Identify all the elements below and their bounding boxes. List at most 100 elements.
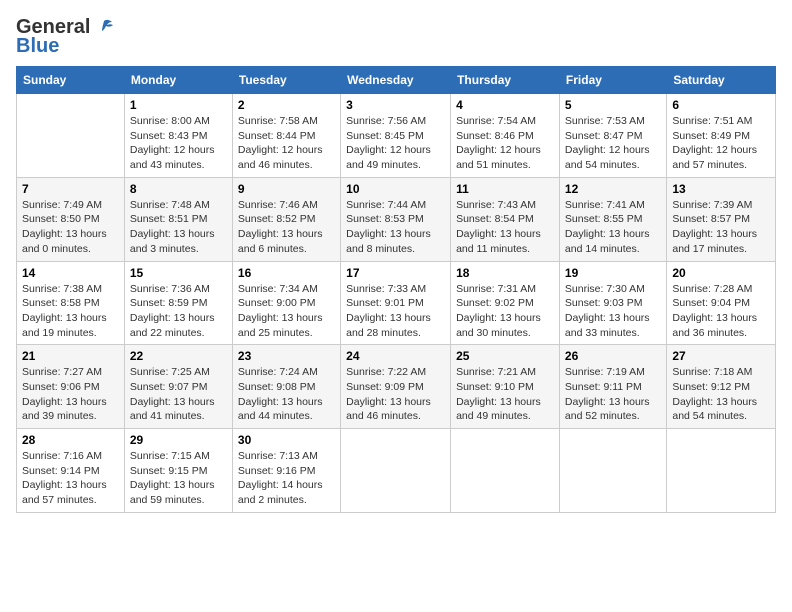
calendar-cell: 13 Sunrise: 7:39 AM Sunset: 8:57 PM Dayl… — [667, 177, 776, 261]
day-info: Sunrise: 7:56 AM Sunset: 8:45 PM Dayligh… — [346, 114, 445, 173]
calendar-cell: 14 Sunrise: 7:38 AM Sunset: 8:58 PM Dayl… — [17, 261, 125, 345]
daylight: Daylight: 13 hours and 8 minutes. — [346, 228, 431, 255]
calendar-cell: 1 Sunrise: 8:00 AM Sunset: 8:43 PM Dayli… — [124, 94, 232, 178]
sunset: Sunset: 8:55 PM — [565, 213, 643, 225]
column-header-monday: Monday — [124, 67, 232, 94]
calendar-cell: 2 Sunrise: 7:58 AM Sunset: 8:44 PM Dayli… — [232, 94, 340, 178]
column-header-wednesday: Wednesday — [341, 67, 451, 94]
sunset: Sunset: 9:10 PM — [456, 381, 534, 393]
column-header-sunday: Sunday — [17, 67, 125, 94]
day-number: 26 — [565, 349, 661, 363]
day-number: 28 — [22, 433, 119, 447]
daylight: Daylight: 13 hours and 30 minutes. — [456, 312, 541, 339]
day-info: Sunrise: 7:13 AM Sunset: 9:16 PM Dayligh… — [238, 449, 335, 508]
calendar-cell: 30 Sunrise: 7:13 AM Sunset: 9:16 PM Dayl… — [232, 429, 340, 513]
day-number: 15 — [130, 266, 227, 280]
calendar-cell: 4 Sunrise: 7:54 AM Sunset: 8:46 PM Dayli… — [451, 94, 560, 178]
day-info: Sunrise: 7:51 AM Sunset: 8:49 PM Dayligh… — [672, 114, 770, 173]
calendar-cell: 6 Sunrise: 7:51 AM Sunset: 8:49 PM Dayli… — [667, 94, 776, 178]
sunrise: Sunrise: 7:36 AM — [130, 283, 210, 295]
logo-bird-icon — [92, 17, 114, 39]
calendar-cell: 29 Sunrise: 7:15 AM Sunset: 9:15 PM Dayl… — [124, 429, 232, 513]
calendar-week-row: 1 Sunrise: 8:00 AM Sunset: 8:43 PM Dayli… — [17, 94, 776, 178]
day-info: Sunrise: 8:00 AM Sunset: 8:43 PM Dayligh… — [130, 114, 227, 173]
calendar-cell: 19 Sunrise: 7:30 AM Sunset: 9:03 PM Dayl… — [559, 261, 666, 345]
calendar-cell: 20 Sunrise: 7:28 AM Sunset: 9:04 PM Dayl… — [667, 261, 776, 345]
calendar-cell: 28 Sunrise: 7:16 AM Sunset: 9:14 PM Dayl… — [17, 429, 125, 513]
day-number: 3 — [346, 98, 445, 112]
logo-blue-text: Blue — [16, 35, 59, 58]
calendar-cell: 7 Sunrise: 7:49 AM Sunset: 8:50 PM Dayli… — [17, 177, 125, 261]
daylight: Daylight: 13 hours and 17 minutes. — [672, 228, 757, 255]
sunset: Sunset: 9:04 PM — [672, 297, 750, 309]
daylight: Daylight: 12 hours and 43 minutes. — [130, 144, 215, 171]
day-number: 18 — [456, 266, 554, 280]
day-number: 16 — [238, 266, 335, 280]
day-number: 7 — [22, 182, 119, 196]
calendar-cell: 3 Sunrise: 7:56 AM Sunset: 8:45 PM Dayli… — [341, 94, 451, 178]
day-number: 22 — [130, 349, 227, 363]
day-number: 9 — [238, 182, 335, 196]
day-info: Sunrise: 7:54 AM Sunset: 8:46 PM Dayligh… — [456, 114, 554, 173]
day-number: 11 — [456, 182, 554, 196]
daylight: Daylight: 12 hours and 49 minutes. — [346, 144, 431, 171]
sunrise: Sunrise: 7:31 AM — [456, 283, 536, 295]
sunset: Sunset: 9:08 PM — [238, 381, 316, 393]
day-number: 27 — [672, 349, 770, 363]
sunset: Sunset: 8:43 PM — [130, 130, 208, 142]
day-number: 24 — [346, 349, 445, 363]
day-info: Sunrise: 7:15 AM Sunset: 9:15 PM Dayligh… — [130, 449, 227, 508]
calendar-table: SundayMondayTuesdayWednesdayThursdayFrid… — [16, 66, 776, 513]
day-number: 13 — [672, 182, 770, 196]
day-number: 10 — [346, 182, 445, 196]
day-info: Sunrise: 7:53 AM Sunset: 8:47 PM Dayligh… — [565, 114, 661, 173]
sunset: Sunset: 8:59 PM — [130, 297, 208, 309]
daylight: Daylight: 13 hours and 22 minutes. — [130, 312, 215, 339]
sunset: Sunset: 8:57 PM — [672, 213, 750, 225]
day-number: 20 — [672, 266, 770, 280]
sunset: Sunset: 8:46 PM — [456, 130, 534, 142]
daylight: Daylight: 13 hours and 6 minutes. — [238, 228, 323, 255]
daylight: Daylight: 14 hours and 2 minutes. — [238, 479, 323, 506]
sunrise: Sunrise: 7:25 AM — [130, 366, 210, 378]
day-info: Sunrise: 7:25 AM Sunset: 9:07 PM Dayligh… — [130, 365, 227, 424]
sunset: Sunset: 9:03 PM — [565, 297, 643, 309]
sunrise: Sunrise: 7:44 AM — [346, 199, 426, 211]
calendar-cell — [559, 429, 666, 513]
daylight: Daylight: 13 hours and 52 minutes. — [565, 396, 650, 423]
calendar-cell: 22 Sunrise: 7:25 AM Sunset: 9:07 PM Dayl… — [124, 345, 232, 429]
sunset: Sunset: 8:52 PM — [238, 213, 316, 225]
sunrise: Sunrise: 7:21 AM — [456, 366, 536, 378]
sunrise: Sunrise: 7:56 AM — [346, 115, 426, 127]
day-info: Sunrise: 7:31 AM Sunset: 9:02 PM Dayligh… — [456, 282, 554, 341]
calendar-cell: 27 Sunrise: 7:18 AM Sunset: 9:12 PM Dayl… — [667, 345, 776, 429]
sunrise: Sunrise: 7:19 AM — [565, 366, 645, 378]
sunrise: Sunrise: 7:39 AM — [672, 199, 752, 211]
column-header-saturday: Saturday — [667, 67, 776, 94]
sunset: Sunset: 9:09 PM — [346, 381, 424, 393]
calendar-header-row: SundayMondayTuesdayWednesdayThursdayFrid… — [17, 67, 776, 94]
calendar-cell: 12 Sunrise: 7:41 AM Sunset: 8:55 PM Dayl… — [559, 177, 666, 261]
daylight: Daylight: 12 hours and 54 minutes. — [565, 144, 650, 171]
sunrise: Sunrise: 7:53 AM — [565, 115, 645, 127]
calendar-cell: 5 Sunrise: 7:53 AM Sunset: 8:47 PM Dayli… — [559, 94, 666, 178]
sunset: Sunset: 9:11 PM — [565, 381, 642, 393]
calendar-cell: 11 Sunrise: 7:43 AM Sunset: 8:54 PM Dayl… — [451, 177, 560, 261]
daylight: Daylight: 13 hours and 49 minutes. — [456, 396, 541, 423]
sunrise: Sunrise: 7:48 AM — [130, 199, 210, 211]
sunrise: Sunrise: 8:00 AM — [130, 115, 210, 127]
day-number: 25 — [456, 349, 554, 363]
sunrise: Sunrise: 7:13 AM — [238, 450, 318, 462]
calendar-cell — [17, 94, 125, 178]
calendar-week-row: 28 Sunrise: 7:16 AM Sunset: 9:14 PM Dayl… — [17, 429, 776, 513]
calendar-body: 1 Sunrise: 8:00 AM Sunset: 8:43 PM Dayli… — [17, 94, 776, 513]
day-number: 4 — [456, 98, 554, 112]
calendar-cell: 10 Sunrise: 7:44 AM Sunset: 8:53 PM Dayl… — [341, 177, 451, 261]
day-info: Sunrise: 7:22 AM Sunset: 9:09 PM Dayligh… — [346, 365, 445, 424]
sunrise: Sunrise: 7:54 AM — [456, 115, 536, 127]
sunrise: Sunrise: 7:18 AM — [672, 366, 752, 378]
sunset: Sunset: 8:49 PM — [672, 130, 750, 142]
sunset: Sunset: 8:51 PM — [130, 213, 208, 225]
day-number: 2 — [238, 98, 335, 112]
sunset: Sunset: 8:58 PM — [22, 297, 100, 309]
